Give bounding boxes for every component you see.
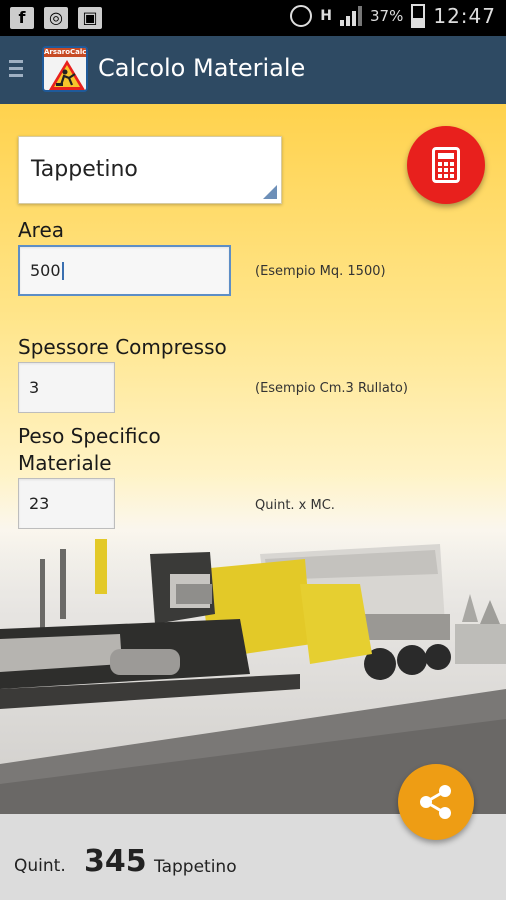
thickness-input[interactable]: 3 (18, 362, 115, 413)
app-logo[interactable]: ArsaroCalc (42, 46, 88, 92)
logo-label: ArsaroCalc (44, 48, 87, 57)
result-unit: Quint. (14, 856, 66, 876)
main-content: Tappetino Area 500 (Esempio Mq. 1500) Sp… (0, 104, 506, 814)
alarm-icon (290, 5, 313, 27)
thickness-hint: (Esempio Cm.3 Rullato) (255, 381, 408, 396)
density-input-value: 23 (29, 494, 50, 513)
network-badge: H (320, 8, 333, 24)
density-label-line2: Materiale (18, 451, 112, 475)
density-input[interactable]: 23 (18, 478, 115, 529)
material-select-value: Tappetino (31, 157, 138, 182)
dropdown-arrow-icon (263, 185, 277, 199)
app-title: Calcolo Materiale (98, 54, 306, 82)
density-label-line1: Peso Specifico (18, 424, 161, 448)
area-input-value: 500 (30, 261, 61, 280)
battery-percent: 37% (370, 7, 404, 25)
share-icon (420, 785, 451, 819)
material-select[interactable]: Tappetino (18, 136, 282, 204)
share-button[interactable] (398, 764, 474, 840)
app-bar: ArsaroCalc Calcolo Materiale (0, 36, 506, 104)
density-hint: Quint. x MC. (255, 498, 335, 513)
result-value: 345 (84, 844, 147, 879)
area-label: Area (18, 218, 65, 242)
menu-icon[interactable] (9, 60, 23, 80)
signal-icon (340, 6, 363, 26)
text-cursor (61, 261, 64, 280)
thickness-label: Spessore Compresso (18, 335, 227, 359)
instagram-icon: ◎ (44, 7, 68, 29)
status-bar: f ◎ ▣ H 37% 12:47 (0, 0, 506, 36)
calculator-icon (432, 147, 460, 183)
facebook-icon: f (10, 7, 34, 29)
road-work-icon (49, 60, 85, 90)
area-input[interactable]: 500 (18, 245, 231, 296)
battery-icon (411, 4, 426, 28)
area-hint: (Esempio Mq. 1500) (255, 264, 386, 279)
clock: 12:47 (433, 4, 496, 28)
result-material: Tappetino (154, 857, 237, 877)
thickness-input-value: 3 (29, 378, 40, 397)
save-icon: ▣ (78, 7, 102, 29)
calculate-button[interactable] (407, 126, 485, 204)
